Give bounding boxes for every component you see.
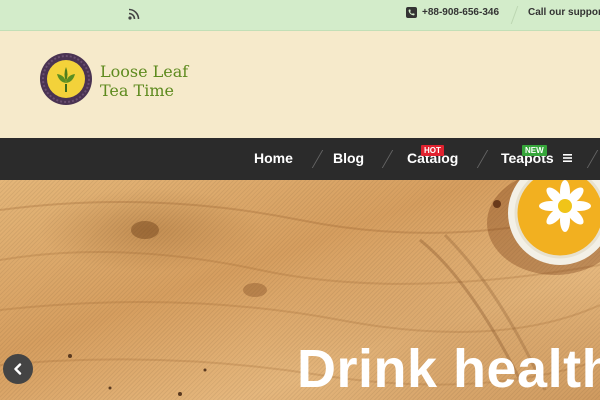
nav-item-blog[interactable]: Blog xyxy=(333,150,364,166)
top-bar: +88-908-656-346 Call our suppor xyxy=(0,0,600,31)
phone-contact: +88-908-656-346 xyxy=(406,7,499,18)
nav-item-catalog[interactable]: HOT Catalog xyxy=(407,145,458,166)
support-text: Call our suppor xyxy=(528,7,600,18)
logo-leaf-icon[interactable] xyxy=(39,52,93,106)
new-badge: NEW xyxy=(522,145,547,156)
nav-item-teapots[interactable]: NEW Teapots xyxy=(501,145,572,166)
nav-separator xyxy=(311,150,324,168)
site-header: Loose Leaf Tea Time xyxy=(0,31,600,138)
hero-title: Drink health xyxy=(297,339,600,399)
tea-cup-image xyxy=(487,180,600,275)
topbar-divider xyxy=(510,6,519,24)
brand-line2: Tea Time xyxy=(100,81,174,100)
rss-icon[interactable] xyxy=(128,8,140,20)
slider-prev-button[interactable] xyxy=(3,354,33,384)
chevron-left-icon xyxy=(14,363,22,375)
nav-separator xyxy=(586,150,599,168)
nav-item-home[interactable]: Home xyxy=(254,150,293,166)
brand-line1: Loose Leaf xyxy=(100,62,189,81)
nav-separator xyxy=(476,150,489,168)
main-nav: Home Blog HOT Catalog NEW Teapots xyxy=(0,138,600,180)
menu-icon xyxy=(562,154,572,162)
phone-icon xyxy=(406,7,417,18)
phone-number: +88-908-656-346 xyxy=(422,7,500,18)
hot-badge: HOT xyxy=(421,145,444,156)
brand-name[interactable]: Loose Leaf Tea Time xyxy=(100,62,188,100)
nav-separator xyxy=(381,150,394,168)
hero-slider: Drink health xyxy=(0,180,600,400)
